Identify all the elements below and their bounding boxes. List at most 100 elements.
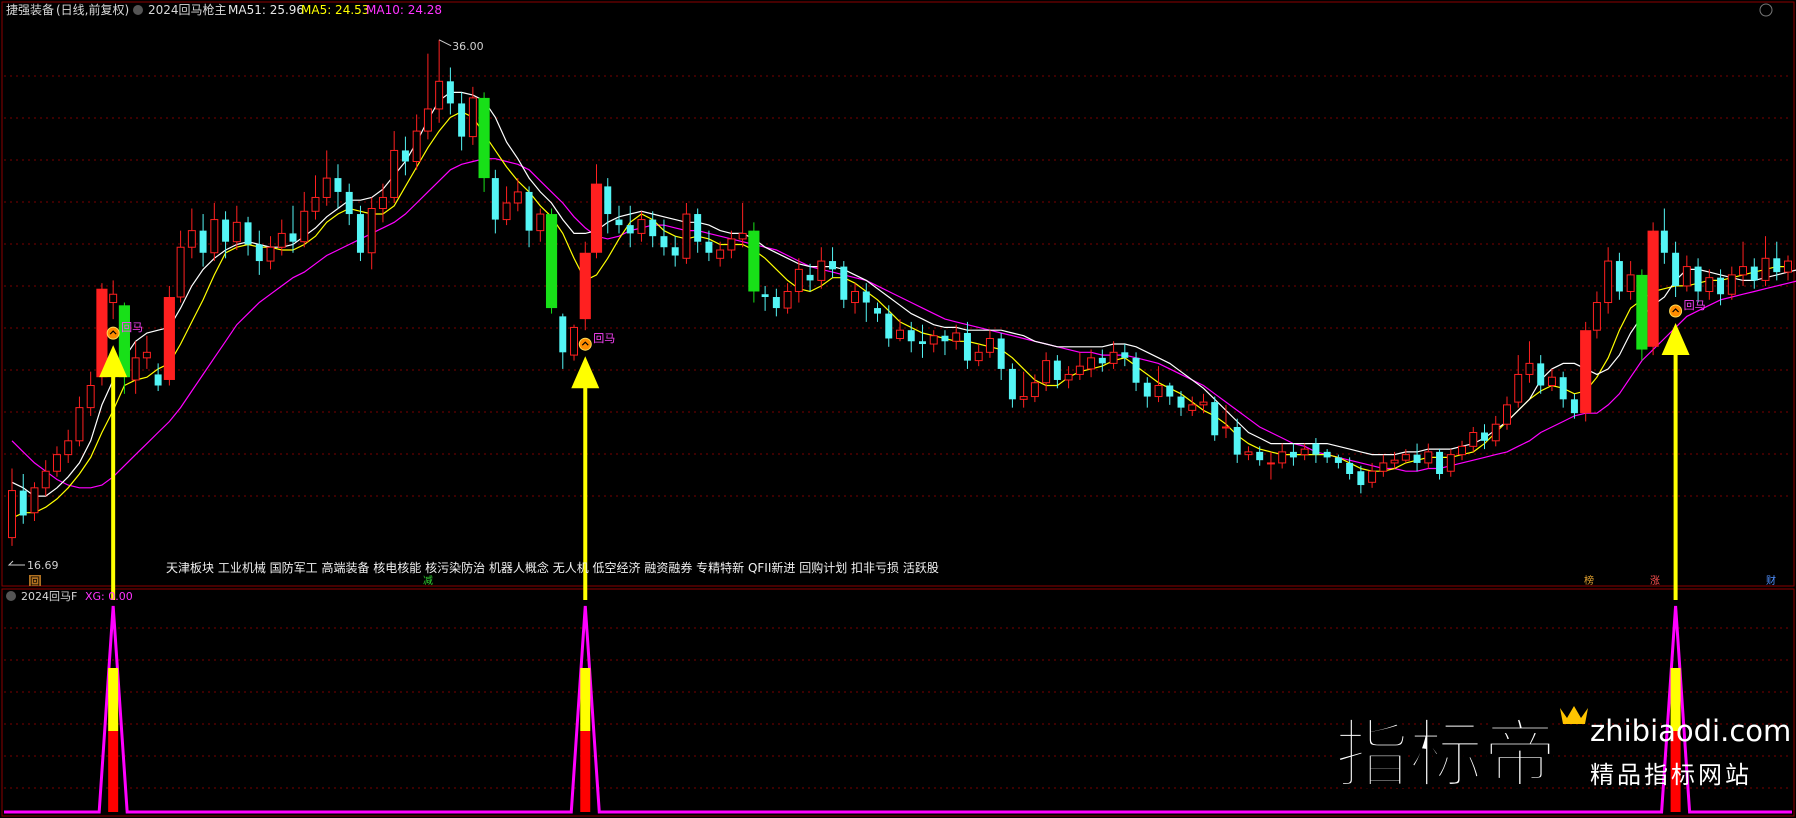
indicator-collapse-icon[interactable] bbox=[133, 5, 143, 15]
candle[interactable] bbox=[1647, 222, 1659, 356]
marker-cai[interactable]: 财 bbox=[1766, 574, 1776, 587]
signal-dot-icon[interactable] bbox=[578, 337, 592, 351]
marker-hui: 回 bbox=[30, 576, 40, 588]
candle-body bbox=[1615, 261, 1623, 292]
candle-body bbox=[840, 266, 848, 300]
candle-body bbox=[176, 246, 185, 298]
candle-body bbox=[1481, 432, 1488, 441]
candle-body bbox=[1368, 470, 1377, 483]
signal-dot-icon[interactable] bbox=[1669, 304, 1683, 318]
candle-body bbox=[1784, 260, 1792, 273]
candle-body bbox=[30, 487, 39, 514]
signal-dot-icon[interactable] bbox=[106, 326, 120, 340]
low-price-label: 16.69 bbox=[27, 559, 59, 572]
candle-body bbox=[1109, 351, 1118, 364]
candle-body bbox=[300, 210, 309, 243]
candle-body bbox=[1401, 454, 1410, 461]
candle-body bbox=[1727, 274, 1736, 295]
candle-body bbox=[761, 294, 769, 298]
candle-body bbox=[1300, 448, 1309, 456]
candle-body bbox=[1604, 260, 1613, 304]
candle-body bbox=[929, 335, 938, 345]
candle-body bbox=[1682, 266, 1691, 287]
candle-body bbox=[1750, 266, 1758, 281]
candle-body bbox=[1525, 362, 1534, 375]
candle-body bbox=[1413, 454, 1421, 463]
candle-body bbox=[896, 329, 904, 339]
candle-body bbox=[1717, 277, 1725, 295]
candle-body bbox=[918, 341, 926, 345]
candle-body bbox=[367, 208, 376, 254]
candle-body bbox=[738, 232, 747, 240]
candle-body bbox=[75, 407, 84, 442]
xg-bar-yellow bbox=[580, 668, 591, 731]
candle-body bbox=[1334, 457, 1342, 463]
candle-body bbox=[997, 338, 1005, 369]
candle-body bbox=[86, 385, 95, 409]
marker-jian[interactable]: 减 bbox=[423, 575, 433, 587]
candle[interactable] bbox=[163, 285, 175, 386]
candle-body bbox=[1694, 266, 1702, 292]
signal-label: 回马 bbox=[593, 332, 615, 345]
candle-body bbox=[1357, 471, 1365, 486]
candle-body bbox=[649, 219, 657, 237]
candle-body bbox=[109, 293, 118, 304]
concept-tags: 天津板块 工业机械 国防军工 高端装备 核电核能 核污染防治 机器人概念 无人机… bbox=[166, 560, 939, 575]
candle-body bbox=[1199, 401, 1208, 406]
candle-body bbox=[255, 244, 263, 262]
candle-body bbox=[1514, 373, 1523, 403]
candle-body bbox=[468, 97, 477, 138]
candle-body bbox=[1042, 360, 1051, 384]
marker-zhang[interactable]: 涨 bbox=[1650, 575, 1660, 587]
marker-bang[interactable]: 榜 bbox=[1584, 574, 1594, 587]
watermark-brand: 指标帝 bbox=[1335, 712, 1557, 798]
candle[interactable] bbox=[579, 241, 591, 331]
candle-body bbox=[1266, 462, 1275, 465]
candle[interactable] bbox=[1211, 396, 1219, 441]
candle-body bbox=[941, 335, 949, 342]
candle[interactable] bbox=[570, 324, 579, 361]
candle[interactable] bbox=[478, 92, 490, 192]
candle-body bbox=[604, 186, 612, 215]
candle-body bbox=[1379, 462, 1388, 472]
candle-body bbox=[131, 357, 140, 381]
candle-body bbox=[1008, 368, 1016, 400]
candle-body bbox=[52, 454, 61, 472]
candle-body bbox=[671, 247, 679, 256]
candle[interactable] bbox=[545, 208, 558, 314]
candle-body bbox=[1647, 230, 1659, 347]
ma5-label: MA5: 24.53 bbox=[301, 3, 369, 17]
candle-body bbox=[536, 213, 545, 232]
candle-body bbox=[401, 150, 409, 162]
candle-body bbox=[985, 337, 994, 353]
candle-body bbox=[525, 191, 533, 231]
candle-body bbox=[266, 246, 275, 262]
candle-body bbox=[1346, 462, 1354, 474]
candle-body bbox=[907, 330, 915, 342]
candle-body bbox=[378, 196, 387, 210]
xg-bar-red bbox=[580, 731, 591, 812]
candle-body bbox=[222, 219, 230, 242]
candle[interactable] bbox=[748, 222, 760, 303]
candle[interactable] bbox=[1580, 321, 1592, 422]
candle-body bbox=[806, 274, 814, 281]
watermark-url: zhibiaodi.com bbox=[1590, 714, 1791, 748]
candle-body bbox=[435, 80, 444, 110]
candle-body bbox=[1233, 426, 1241, 455]
candle-body bbox=[1244, 451, 1253, 456]
candle-body bbox=[154, 374, 162, 386]
candle[interactable] bbox=[1636, 269, 1648, 361]
candle-body bbox=[862, 291, 870, 303]
sub-collapse-icon[interactable] bbox=[6, 591, 16, 601]
candle-body bbox=[974, 351, 983, 362]
candle[interactable] bbox=[356, 205, 364, 262]
candle-body bbox=[19, 490, 27, 516]
candle-body bbox=[1773, 258, 1781, 273]
candle-body bbox=[345, 191, 353, 215]
candle-body bbox=[794, 268, 803, 292]
background bbox=[0, 0, 1796, 818]
candle-body bbox=[513, 191, 522, 204]
sub-indicator-name: 2024回马F bbox=[21, 590, 77, 603]
candle-body bbox=[963, 332, 971, 361]
candle-body bbox=[1672, 252, 1680, 286]
